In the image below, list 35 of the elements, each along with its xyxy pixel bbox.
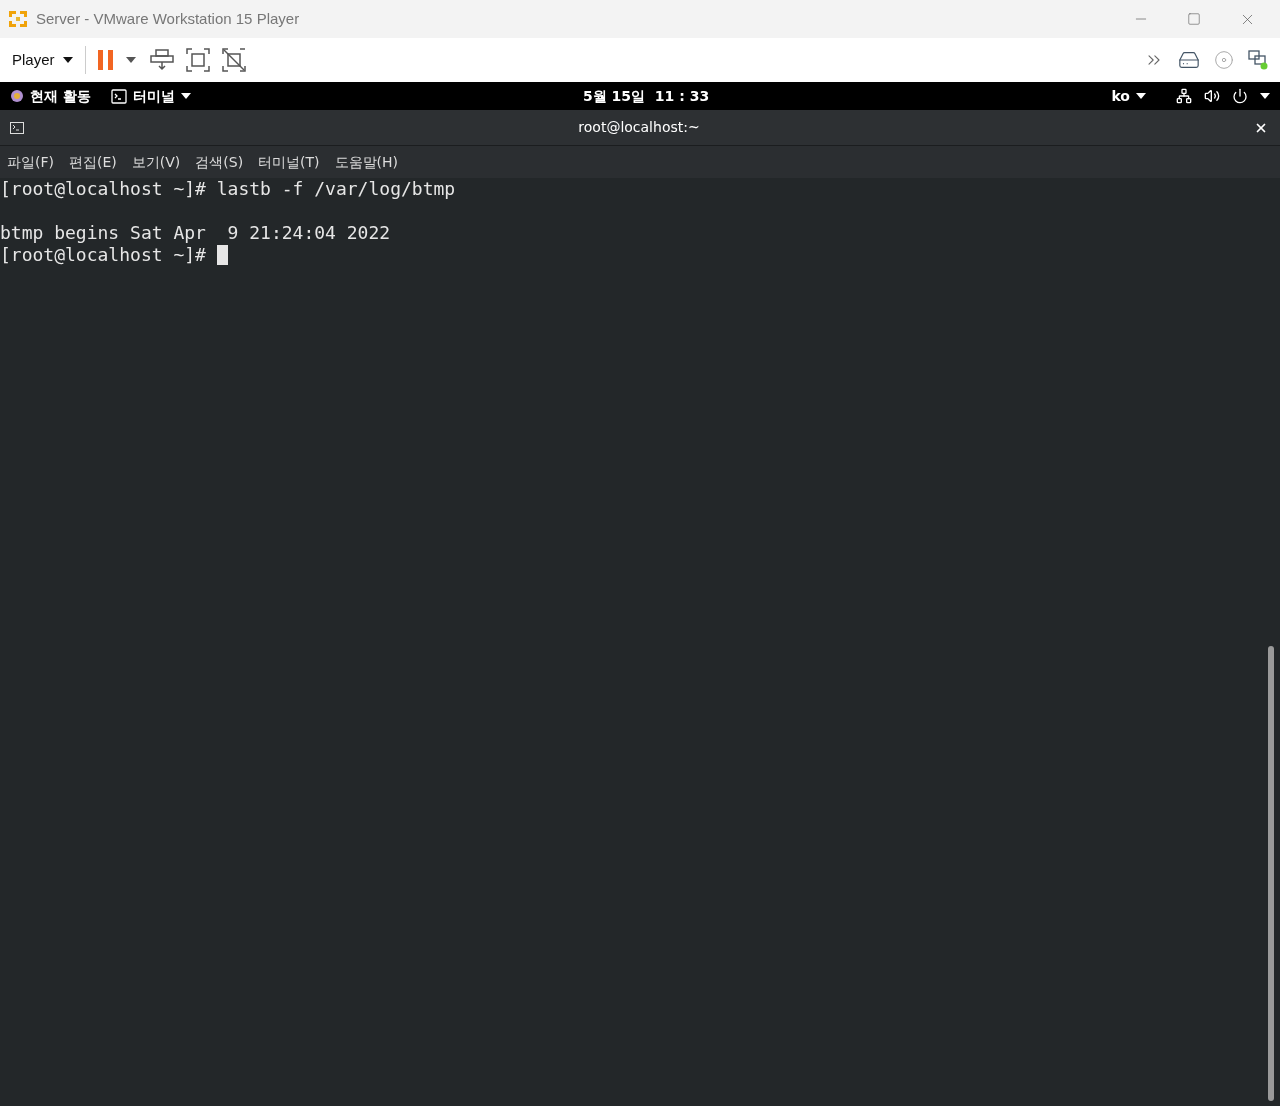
terminal-icon	[10, 121, 24, 134]
send-keys-icon[interactable]	[149, 49, 174, 71]
caret-icon	[180, 93, 191, 99]
terminal-line: [root@localhost ~]# lastb -f /var/log/btmp	[0, 178, 456, 200]
terminal-line: btmp begins Sat Apr 9 21:24:04 2022	[0, 222, 391, 244]
menu-item[interactable]: 보기(V)	[131, 151, 181, 173]
clock[interactable]: 5월 15일 11 : 33	[583, 85, 710, 107]
window-title: Server - VMware Workstation 15 Player	[36, 8, 300, 29]
input-method-menu[interactable]: ko	[1111, 85, 1146, 107]
menu-item[interactable]: 편집(E)	[69, 151, 117, 173]
caret-icon	[1260, 93, 1270, 99]
power-icon[interactable]	[1232, 88, 1248, 104]
unity-off-icon[interactable]	[221, 48, 246, 72]
scrollbar-thumb[interactable]	[1268, 646, 1274, 1101]
pause-icon[interactable]	[97, 50, 114, 70]
network-icon[interactable]	[1176, 88, 1192, 104]
caret-icon	[62, 57, 73, 63]
volume-icon[interactable]	[1204, 88, 1220, 104]
hard-drive-icon[interactable]	[1178, 49, 1200, 71]
terminal-app-menu[interactable]: 터미널	[110, 85, 191, 107]
network-adapter-icon[interactable]	[1248, 50, 1268, 70]
terminal-line: [root@localhost ~]#	[0, 244, 207, 266]
menu-item[interactable]: 터미널(T)	[258, 151, 320, 173]
menu-item[interactable]: 파일(F)	[7, 151, 54, 173]
activities-button[interactable]: 현재 활동	[30, 85, 91, 107]
caret-icon	[1136, 93, 1146, 99]
activities-icon[interactable]	[10, 89, 24, 103]
menu-item[interactable]: 검색(S)	[195, 151, 244, 173]
app-logo-icon	[8, 9, 28, 29]
caret-icon	[125, 57, 136, 63]
fullscreen-icon[interactable]	[185, 48, 210, 72]
menu-item[interactable]: 도움말(H)	[334, 151, 399, 173]
terminal-icon	[110, 88, 127, 104]
player-menu-button[interactable]: Player	[12, 48, 73, 72]
terminal-title: root@localhost:~	[577, 118, 701, 137]
